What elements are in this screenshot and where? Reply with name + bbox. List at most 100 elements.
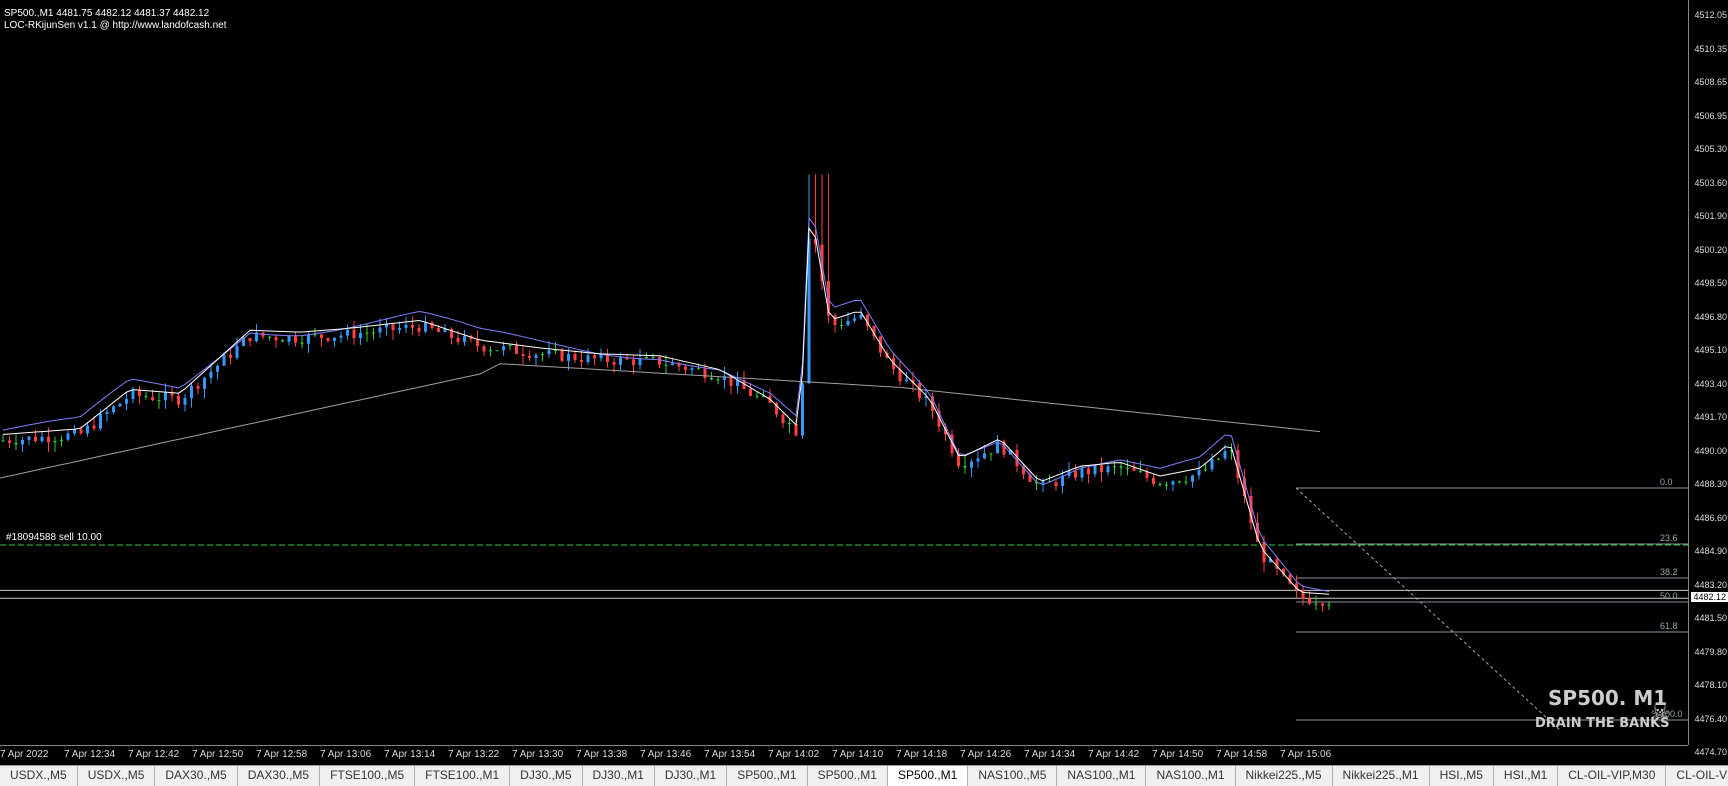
price-tick-label: 4505.30 bbox=[1694, 144, 1727, 154]
time-tick-label: 7 Apr 14:02 bbox=[768, 749, 820, 760]
price-tick-label: 4483.20 bbox=[1694, 579, 1727, 590]
chart-tab[interactable]: USDX.,M5 bbox=[78, 766, 156, 786]
candle-body bbox=[190, 386, 193, 399]
candle-body bbox=[671, 363, 674, 365]
candle-body bbox=[372, 332, 375, 334]
candle-body bbox=[8, 440, 11, 443]
candle-body bbox=[287, 336, 291, 342]
chart-tab[interactable]: NAS100.,M5 bbox=[968, 766, 1058, 786]
time-tick-label: 7 Apr 13:54 bbox=[704, 749, 756, 760]
chart-area[interactable]: SP500.,M1 4481.75 4482.12 4481.37 4482.1… bbox=[0, 0, 1688, 745]
candle-body bbox=[14, 442, 18, 445]
candle-body bbox=[1113, 466, 1116, 468]
price-tick-label: 4506.95 bbox=[1694, 110, 1727, 121]
time-tick-label: 7 Apr 13:46 bbox=[640, 749, 692, 760]
chart-tab[interactable]: HSI.,M1 bbox=[1494, 766, 1559, 786]
candle-body bbox=[1321, 603, 1324, 606]
price-tick-label: 4476.40 bbox=[1694, 713, 1727, 724]
candle-body bbox=[567, 354, 570, 361]
candle-body bbox=[1106, 466, 1110, 473]
price-tick-label: 4500.20 bbox=[1694, 244, 1727, 255]
candle-body bbox=[716, 379, 720, 381]
price-tick-label: 4495.10 bbox=[1694, 345, 1727, 355]
chart-tab[interactable]: HSI.,M5 bbox=[1430, 766, 1494, 786]
candle-body bbox=[125, 399, 128, 404]
candle-body bbox=[196, 386, 200, 389]
chart-tab[interactable]: SP500.,M1 bbox=[808, 766, 888, 786]
chart-tab[interactable]: DJ30.,M1 bbox=[583, 766, 655, 786]
candle-body bbox=[482, 346, 486, 352]
price-axis[interactable]: 4512.05 4510.35 4508.65 4506.95 4505.30 4503.… bbox=[1688, 0, 1728, 757]
candle-body bbox=[34, 436, 37, 442]
price-chart[interactable] bbox=[0, 0, 1688, 745]
candle-body bbox=[177, 395, 180, 405]
candle-body bbox=[794, 423, 798, 436]
candle-body bbox=[645, 357, 648, 359]
chart-tab[interactable]: DJ30.,M5 bbox=[510, 766, 583, 786]
candle-body bbox=[1139, 470, 1142, 472]
candle-body bbox=[528, 356, 531, 359]
chart-tab[interactable]: NAS100.,M1 bbox=[1146, 766, 1236, 786]
fibo-level-label: 100.0 bbox=[1660, 709, 1683, 719]
candle-body bbox=[1197, 470, 1201, 476]
candle-body bbox=[359, 332, 362, 339]
fibo-level-label: 0.0 bbox=[1660, 477, 1673, 487]
price-tick-label: 4484.90 bbox=[1694, 546, 1727, 556]
chart-tab[interactable]: SP500.,M1 bbox=[887, 766, 969, 786]
time-tick-label: 7 Apr 14:18 bbox=[896, 749, 948, 760]
candle-body bbox=[1126, 467, 1129, 469]
candle-body bbox=[73, 429, 76, 434]
candle-body bbox=[268, 336, 271, 338]
candle-body bbox=[281, 340, 284, 342]
candle-body bbox=[229, 354, 232, 358]
candle-body bbox=[203, 377, 206, 389]
candle-body bbox=[801, 383, 804, 436]
chart-tab[interactable]: SP500.,M1 bbox=[727, 766, 808, 786]
candle-body bbox=[989, 453, 993, 455]
candle-body bbox=[339, 335, 343, 338]
candle-body bbox=[391, 324, 395, 331]
candle-body bbox=[1152, 477, 1155, 484]
chart-tab[interactable]: NAS100.,M1 bbox=[1057, 766, 1147, 786]
chart-tab[interactable]: FTSE100.,M1 bbox=[415, 766, 511, 786]
candle-body bbox=[404, 324, 408, 328]
price-tick-label: 4496.80 bbox=[1694, 311, 1727, 322]
candle-body bbox=[1, 440, 5, 442]
candle-body bbox=[1178, 481, 1181, 483]
candle-body bbox=[690, 368, 694, 370]
time-tick-label: 7 Apr 12:42 bbox=[128, 749, 180, 760]
candle-body bbox=[1132, 467, 1136, 471]
chart-tab[interactable]: FTSE100.,M5 bbox=[320, 766, 416, 786]
price-tick-label: 4493.40 bbox=[1694, 378, 1727, 389]
chart-tab[interactable]: CL-OIL-VIP,M30 bbox=[1558, 766, 1667, 786]
time-tick-label: 7 Apr 2022 bbox=[0, 749, 49, 760]
chart-tabbar: USDX.,M5 USDX.,M5 DAX30.,M5 DAX30.,M5 FTSE10… bbox=[0, 765, 1728, 786]
candle-body bbox=[320, 334, 323, 339]
chart-tab[interactable]: DJ30.,M1 bbox=[655, 766, 728, 786]
candle-body bbox=[586, 355, 590, 362]
time-tick-label: 7 Apr 14:42 bbox=[1088, 749, 1140, 760]
candle-body bbox=[963, 466, 967, 468]
price-tick-label: 4488.30 bbox=[1694, 479, 1727, 489]
candle-body bbox=[619, 357, 622, 365]
candle-body bbox=[560, 350, 564, 361]
chart-tab[interactable]: DAX30.,M5 bbox=[238, 766, 321, 786]
candle-body bbox=[1087, 468, 1090, 475]
chart-tab[interactable]: Nikkei225.,M1 bbox=[1333, 766, 1430, 786]
price-tick-label: 4481.50 bbox=[1694, 613, 1727, 623]
chart-tab[interactable]: CL-OIL-VIP,M... bbox=[1666, 766, 1728, 786]
candle-body bbox=[710, 378, 713, 380]
chart-tab[interactable]: USDX.,M5 bbox=[0, 766, 78, 786]
candle-body bbox=[697, 368, 700, 370]
candle-body bbox=[580, 359, 583, 362]
time-tick-label: 7 Apr 15:06 bbox=[1280, 749, 1332, 760]
time-axis[interactable]: 7 Apr 2022 7 Apr 12:34 7 Apr 12:42 7 Apr 12… bbox=[0, 745, 1688, 764]
candle-body bbox=[378, 327, 382, 333]
fibo-level-label: 23.6 bbox=[1660, 533, 1678, 543]
chart-tab[interactable]: DAX30.,M5 bbox=[155, 766, 238, 786]
candle-body bbox=[131, 390, 135, 400]
time-tick-label: 7 Apr 13:22 bbox=[448, 749, 500, 760]
price-tick-label: 4479.80 bbox=[1694, 646, 1727, 657]
chart-tab[interactable]: Nikkei225.,M5 bbox=[1236, 766, 1333, 786]
candle-body bbox=[495, 350, 499, 352]
